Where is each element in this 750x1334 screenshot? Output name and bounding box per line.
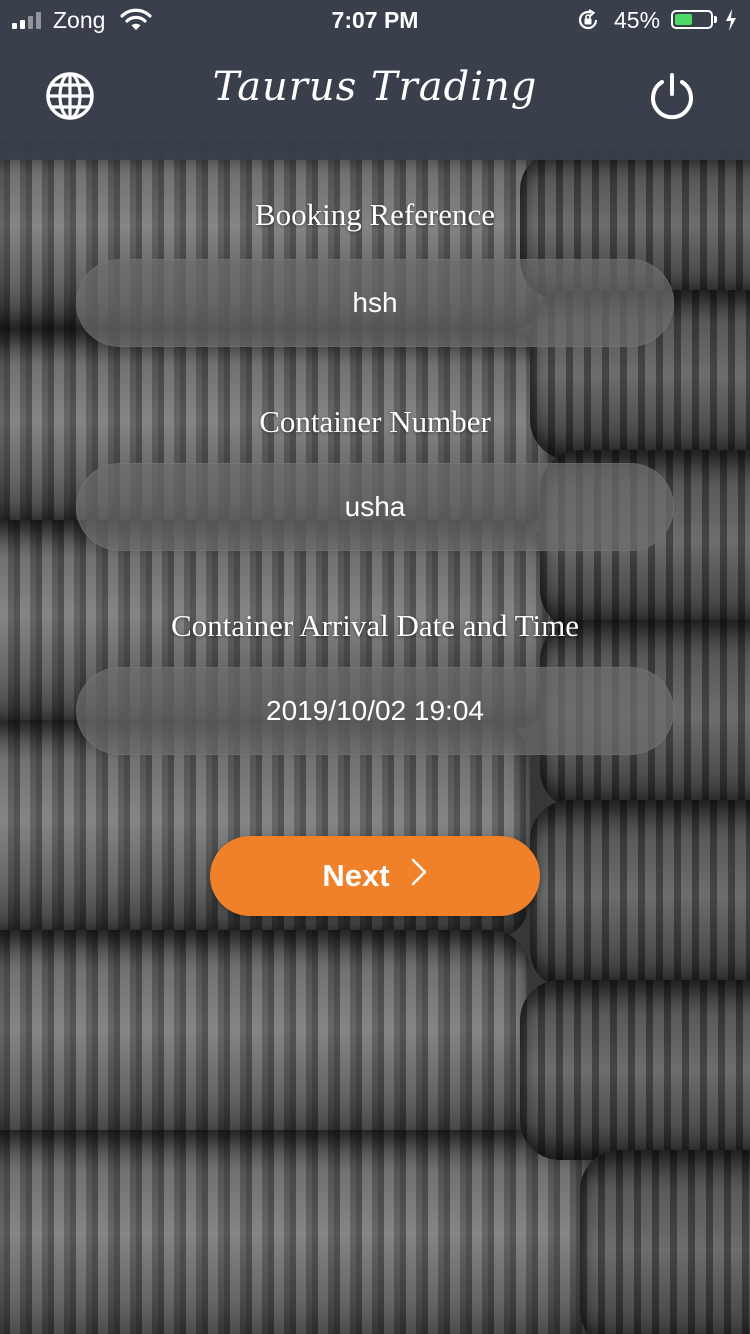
battery-percent: 45% [614,7,661,33]
power-icon[interactable] [648,72,696,127]
next-button-label: Next [322,858,390,893]
next-button[interactable]: Next [210,836,540,916]
status-bar: Zong 7:07 PM 45% [0,0,750,40]
booking-reference-label: Booking Reference [254,197,496,232]
rotation-lock-icon [576,8,600,38]
charging-bolt-icon [724,8,738,38]
battery-icon [671,10,717,29]
app-title: Taurus Trading [212,64,538,110]
booking-reference-field[interactable]: hsh [76,259,674,347]
container-number-field[interactable]: usha [76,463,674,551]
arrival-datetime-label: Container Arrival Date and Time [170,608,580,643]
container-number-label: Container Number [259,404,491,439]
top-bar: Zong 7:07 PM 45% Taurus Trading [0,0,750,160]
arrival-datetime-field[interactable]: 2019/10/02 19:04 [76,667,674,755]
chevron-right-icon [410,857,428,895]
